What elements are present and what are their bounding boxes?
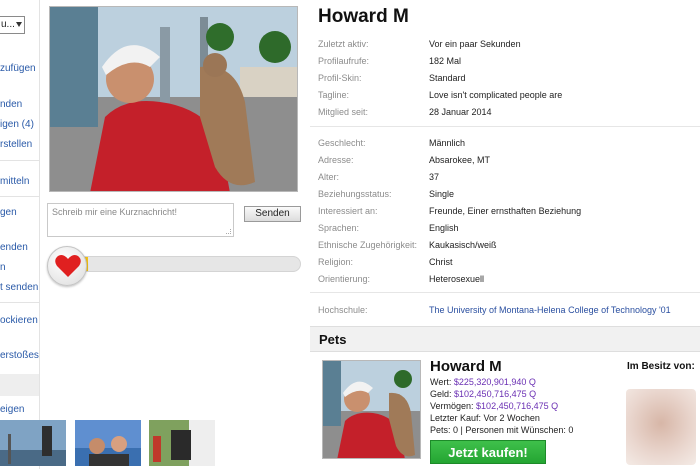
detail-value: Heterosexuell (429, 274, 485, 284)
detail-label: Mitglied seit: (318, 107, 369, 117)
detail-value: Kaukasisch/weiß (429, 240, 497, 250)
pet-value-line: Wert: $225,320,901,940 Q (430, 377, 536, 387)
sidebar-link-enden[interactable]: enden (0, 242, 28, 253)
sidebar-link-ockieren[interactable]: ockieren (0, 315, 38, 326)
short-message-input[interactable]: Schreib mir eine Kurznachricht! (47, 203, 234, 237)
chevron-down-icon (16, 22, 22, 27)
sidebar-link-nden[interactable]: nden (0, 99, 22, 110)
details-divider (310, 292, 700, 293)
detail-value: Freunde, Einer ernsthaften Beziehung (429, 206, 582, 216)
sidebar-link-n[interactable]: n (0, 262, 6, 273)
detail-label: Adresse: (318, 155, 354, 165)
detail-label: Zuletzt aktiv: (318, 39, 369, 49)
sidebar-select-value: u... (1, 19, 15, 30)
school-label: Hochschule: (318, 305, 368, 315)
pet-assets: $102,450,716,475 Q (476, 401, 559, 411)
pet-assets-label: Vermögen: (430, 401, 474, 411)
detail-label: Interessiert an: (318, 206, 378, 216)
sidebar-section-band (0, 374, 39, 396)
pet-photo[interactable] (322, 360, 421, 459)
pets-heading: Pets (319, 332, 347, 347)
detail-value: English (429, 223, 459, 233)
details-divider (310, 126, 700, 127)
detail-value: Männlich (429, 138, 466, 148)
sidebar-link-gen[interactable]: gen (0, 207, 17, 218)
photo-thumbnail[interactable] (149, 420, 215, 466)
pet-last-purchase: Letzter Kauf: Vor 2 Wochen (430, 413, 540, 423)
profile-photo-image (50, 7, 297, 191)
detail-value: 182 Mal (429, 56, 462, 66)
detail-value: Standard (429, 73, 466, 83)
sidebar-select[interactable]: u... (0, 16, 25, 34)
sidebar-link-mitteln[interactable]: mitteln (0, 176, 29, 187)
detail-value: Absarokee, MT (429, 155, 491, 165)
send-button[interactable]: Senden (244, 206, 301, 222)
profile-photo[interactable] (49, 6, 298, 192)
resize-handle-icon[interactable] (226, 229, 231, 234)
detail-value: Single (429, 189, 455, 199)
pet-assets-line: Vermögen: $102,450,716,475 Q (430, 401, 558, 411)
thumbnail-image (75, 420, 141, 466)
heart-button[interactable] (47, 246, 87, 286)
pet-counts: Pets: 0 | Personen mit Wünschen: 0 (430, 425, 574, 435)
profile-name: Howard M (318, 6, 409, 27)
owner-label: Im Besitz von: (627, 361, 695, 372)
detail-value: Love isn't complicated people are (429, 90, 563, 100)
detail-label: Sprachen: (318, 223, 360, 233)
detail-label: Geschlecht: (318, 138, 366, 148)
sidebar-link-erstosses[interactable]: erstoßes (0, 350, 39, 361)
photo-thumbnail[interactable] (75, 420, 141, 466)
detail-label: Beziehungsstatus: (318, 189, 392, 199)
owner-avatar[interactable] (626, 389, 696, 465)
heart-icon (55, 255, 81, 277)
heart-meter-bar (55, 256, 301, 272)
pet-name: Howard M (430, 358, 502, 375)
sidebar-link-rstellen[interactable]: rstellen (0, 139, 32, 150)
sidebar-divider (0, 302, 39, 303)
photo-thumbnail[interactable] (0, 420, 66, 466)
detail-value: 37 (429, 172, 440, 182)
pet-value: $225,320,901,940 Q (453, 377, 536, 387)
pet-value-label: Wert: (430, 377, 452, 387)
detail-label: Orientierung: (318, 274, 371, 284)
detail-value: Christ (429, 257, 453, 267)
sidebar-link-igen[interactable]: igen (4) (0, 119, 34, 130)
detail-value: Vor ein paar Sekunden (429, 39, 521, 49)
left-sidebar: u... zufügen nden igen (4) rstellen mitt… (0, 0, 40, 469)
sidebar-link-zufuegen[interactable]: zufügen (0, 63, 36, 74)
pet-cash-line: Geld: $102,450,716,475 Q (430, 389, 536, 399)
sidebar-link-eigen[interactable]: eigen (0, 404, 24, 415)
pet-cash: $102,450,716,475 Q (454, 389, 537, 399)
sidebar-divider (0, 196, 39, 197)
detail-value: 28 Januar 2014 (429, 107, 492, 117)
sidebar-divider (0, 160, 39, 161)
thumbnail-image (149, 420, 215, 466)
school-link[interactable]: The University of Montana-Helena College… (429, 305, 671, 315)
pets-section-header: Pets (310, 326, 700, 352)
detail-label: Profil-Skin: (318, 73, 362, 83)
detail-label: Alter: (318, 172, 340, 182)
pet-cash-label: Geld: (430, 389, 452, 399)
pet-photo-image (323, 361, 420, 458)
thumbnail-image (0, 420, 66, 466)
detail-label: Ethnische Zugehörigkeit: (318, 240, 418, 250)
detail-label: Profilaufrufe: (318, 56, 370, 66)
short-message-placeholder: Schreib mir eine Kurznachricht! (52, 207, 178, 217)
detail-label: Tagline: (318, 90, 350, 100)
buy-now-button[interactable]: Jetzt kaufen! (430, 440, 546, 464)
sidebar-link-t-senden[interactable]: t senden (0, 282, 38, 293)
detail-label: Religion: (318, 257, 354, 267)
